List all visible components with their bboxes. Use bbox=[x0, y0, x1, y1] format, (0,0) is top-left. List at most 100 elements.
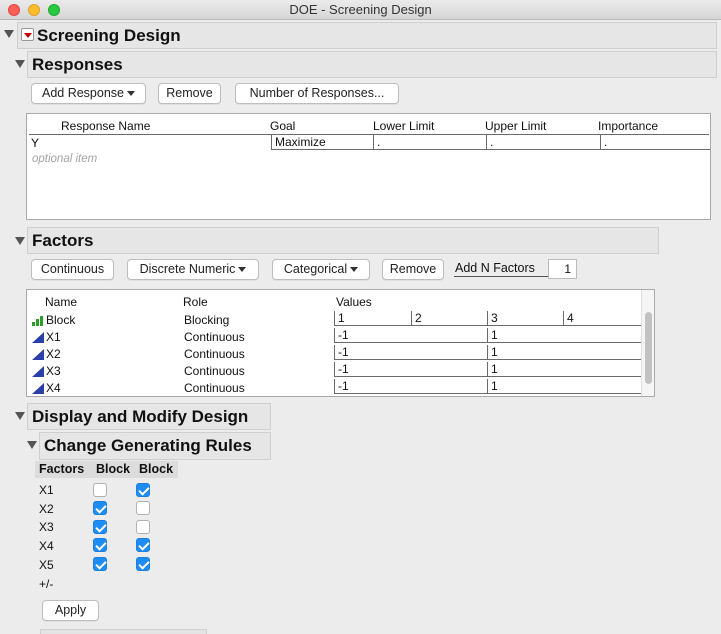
value-cell[interactable]: 2 bbox=[411, 311, 487, 326]
rule-factor-label: X3 bbox=[39, 520, 54, 534]
block2-checkbox[interactable] bbox=[136, 483, 150, 497]
value-cell[interactable]: 1 bbox=[487, 345, 641, 360]
factors-title: Factors bbox=[32, 231, 94, 250]
close-window-button[interactable] bbox=[8, 4, 20, 16]
response-lower-limit-cell[interactable]: . bbox=[373, 135, 486, 150]
blocking-icon bbox=[32, 316, 43, 326]
factor-name: X3 bbox=[46, 364, 61, 378]
block2-checkbox[interactable] bbox=[136, 520, 150, 534]
discrete-numeric-label: Discrete Numeric bbox=[139, 262, 236, 276]
continuous-icon bbox=[32, 366, 44, 377]
responses-table: Response Name Goal Lower Limit Upper Lim… bbox=[26, 113, 711, 220]
block1-checkbox[interactable] bbox=[93, 538, 107, 552]
response-name-cell[interactable]: Y bbox=[31, 136, 39, 150]
disclosure-triangle-icon[interactable] bbox=[4, 30, 14, 38]
factor-name: X4 bbox=[46, 381, 61, 395]
block1-checkbox[interactable] bbox=[93, 501, 107, 515]
continuous-icon bbox=[32, 332, 44, 343]
disclosure-triangle-icon[interactable] bbox=[27, 441, 37, 449]
remove-label: Remove bbox=[166, 86, 213, 100]
value-cell[interactable]: -1 bbox=[334, 328, 487, 343]
add-n-factors-label: Add N Factors bbox=[455, 261, 535, 275]
factor-role: Blocking bbox=[184, 313, 230, 327]
categorical-button[interactable]: Categorical bbox=[272, 259, 370, 280]
block2-checkbox[interactable] bbox=[136, 501, 150, 515]
display-modify-title: Display and Modify Design bbox=[32, 407, 249, 426]
column-header-response-name: Response Name bbox=[61, 119, 151, 133]
minimize-window-button[interactable] bbox=[28, 4, 40, 16]
column-header-values: Values bbox=[336, 295, 372, 309]
generating-rules-header-row: Factors Block Block bbox=[35, 461, 178, 478]
discrete-numeric-button[interactable]: Discrete Numeric bbox=[127, 259, 259, 280]
dropdown-arrow-icon bbox=[127, 91, 135, 96]
responses-title: Responses bbox=[32, 55, 123, 74]
value-cell[interactable]: -1 bbox=[334, 362, 487, 377]
factor-name: Block bbox=[46, 313, 76, 327]
value-cell[interactable]: 3 bbox=[487, 311, 563, 326]
add-response-label: Add Response bbox=[41, 86, 124, 100]
rule-factor-label: X1 bbox=[39, 483, 54, 497]
remove-factor-button[interactable]: Remove bbox=[382, 259, 444, 280]
factor-role: Continuous bbox=[184, 330, 245, 344]
optional-item-placeholder[interactable]: optional item bbox=[32, 153, 97, 165]
column-header-goal: Goal bbox=[270, 119, 296, 133]
disclosure-triangle-icon[interactable] bbox=[15, 60, 25, 68]
plus-minus-label: +/- bbox=[39, 577, 54, 591]
column-header-importance: Importance bbox=[598, 119, 659, 133]
column-header-name: Name bbox=[45, 295, 78, 309]
value-cell[interactable]: 1 bbox=[487, 379, 641, 394]
factors-header: Factors bbox=[27, 227, 659, 254]
red-triangle-menu-icon[interactable] bbox=[21, 28, 34, 41]
disclosure-triangle-icon[interactable] bbox=[15, 237, 25, 245]
column-header-block: Block bbox=[96, 462, 131, 476]
display-modify-header: Display and Modify Design bbox=[27, 403, 271, 430]
value-cell[interactable]: 1 bbox=[487, 362, 641, 377]
continuous-icon bbox=[32, 383, 44, 394]
remove-factor-label: Remove bbox=[389, 262, 437, 276]
block1-checkbox[interactable] bbox=[93, 557, 107, 571]
responses-header: Responses bbox=[27, 51, 717, 78]
block1-checkbox[interactable] bbox=[93, 483, 107, 497]
change-generating-rules-title: Change Generating Rules bbox=[44, 436, 252, 455]
number-of-responses-label: Number of Responses... bbox=[249, 86, 385, 100]
maximize-window-button[interactable] bbox=[48, 4, 60, 16]
column-header-role: Role bbox=[183, 295, 208, 309]
block2-checkbox[interactable] bbox=[136, 557, 150, 571]
scrollbar-thumb[interactable] bbox=[645, 312, 652, 384]
rule-factor-label: X2 bbox=[39, 502, 54, 516]
add-response-button[interactable]: Add Response bbox=[31, 83, 146, 104]
response-upper-limit-cell[interactable]: . bbox=[486, 135, 600, 150]
value-cell[interactable]: -1 bbox=[334, 379, 487, 394]
block1-checkbox[interactable] bbox=[93, 520, 107, 534]
window-title: DOE - Screening Design bbox=[289, 2, 432, 17]
rule-factor-label: X4 bbox=[39, 539, 54, 553]
dropdown-arrow-icon bbox=[238, 267, 247, 272]
factors-scrollbar[interactable] bbox=[641, 290, 654, 396]
remove-response-button[interactable]: Remove bbox=[158, 83, 221, 104]
disclosure-triangle-icon[interactable] bbox=[15, 412, 25, 420]
screening-design-title: Screening Design bbox=[37, 26, 181, 45]
value-cell[interactable]: -1 bbox=[334, 345, 487, 360]
factor-name: X2 bbox=[46, 347, 61, 361]
value-cell[interactable]: 1 bbox=[334, 311, 411, 326]
factor-role: Continuous bbox=[184, 364, 245, 378]
response-importance-cell[interactable]: . bbox=[600, 135, 710, 150]
add-n-factors-underline bbox=[454, 276, 548, 277]
next-section-header-partial bbox=[40, 629, 207, 634]
change-generating-rules-header: Change Generating Rules bbox=[39, 432, 271, 460]
window-titlebar: DOE - Screening Design bbox=[0, 0, 721, 20]
factor-name: X1 bbox=[46, 330, 61, 344]
factor-role: Continuous bbox=[184, 347, 245, 361]
response-goal-cell[interactable]: Maximize bbox=[271, 135, 373, 150]
value-cell[interactable]: 4 bbox=[563, 311, 641, 326]
column-header-upper-limit: Upper Limit bbox=[485, 119, 547, 133]
categorical-label: Categorical bbox=[283, 262, 348, 276]
apply-label: Apply bbox=[54, 603, 87, 617]
value-cell[interactable]: 1 bbox=[487, 328, 641, 343]
block2-checkbox[interactable] bbox=[136, 538, 150, 552]
continuous-button[interactable]: Continuous bbox=[31, 259, 114, 280]
n-factors-input[interactable]: 1 bbox=[548, 259, 577, 279]
continuous-icon bbox=[32, 349, 44, 360]
apply-button[interactable]: Apply bbox=[42, 600, 99, 621]
number-of-responses-button[interactable]: Number of Responses... bbox=[235, 83, 399, 104]
